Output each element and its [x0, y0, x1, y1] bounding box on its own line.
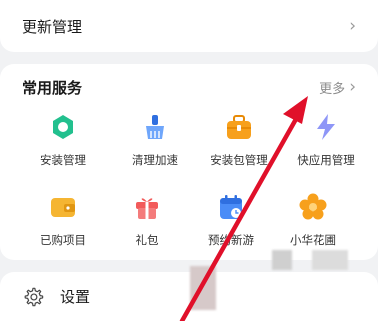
services-header: 常用服务 更多 ›	[22, 76, 356, 98]
update-management-label: 更新管理	[22, 17, 83, 36]
settings-row[interactable]: 设置	[0, 272, 378, 321]
service-pre-register-games[interactable]: 预约新游	[185, 192, 277, 248]
service-label: 快应用管理	[297, 153, 355, 167]
service-huawei-garden[interactable]: 小华花圃	[267, 192, 359, 248]
service-clean-accelerate[interactable]: 清理加速	[109, 112, 201, 168]
services-title: 常用服务	[22, 78, 83, 97]
pixelated-patch	[272, 250, 292, 270]
service-purchased-items[interactable]: 已购项目	[17, 192, 109, 248]
service-quick-app-manager[interactable]: 快应用管理	[280, 112, 372, 168]
settings-label: 设置	[60, 288, 91, 306]
service-package-manager[interactable]: 安装包管理	[193, 112, 285, 168]
wallet-icon	[51, 198, 75, 217]
service-install-manager[interactable]: 安装管理	[17, 112, 109, 168]
service-label: 安装包管理	[210, 153, 268, 167]
flower-icon	[299, 193, 327, 220]
service-label: 安装管理	[40, 153, 86, 167]
service-label: 礼包	[135, 233, 159, 247]
pixelated-patch	[190, 266, 216, 310]
more-link[interactable]: 更多	[319, 78, 345, 97]
service-label: 预约新游	[208, 233, 254, 247]
update-management-row[interactable]: 更新管理 ›	[0, 0, 378, 52]
gift-icon	[136, 198, 158, 219]
install-manager-icon	[53, 115, 73, 139]
briefcase-icon	[227, 115, 251, 139]
common-services-card: 常用服务 更多 › 安装管理 清理加速 安装包管理 快应用管理 已购项目 礼包 …	[0, 64, 378, 260]
service-label: 小华花圃	[290, 233, 336, 247]
pixelated-patch	[312, 250, 348, 270]
chevron-right-icon: ›	[349, 15, 356, 36]
service-gift-pack[interactable]: 礼包	[101, 192, 193, 248]
lightning-icon	[317, 114, 335, 140]
broom-icon	[146, 115, 164, 139]
calendar-icon	[220, 195, 242, 219]
gear-icon	[24, 287, 44, 306]
service-label: 已购项目	[40, 233, 86, 247]
service-label: 清理加速	[132, 153, 178, 167]
chevron-right-icon[interactable]: ›	[349, 78, 356, 96]
